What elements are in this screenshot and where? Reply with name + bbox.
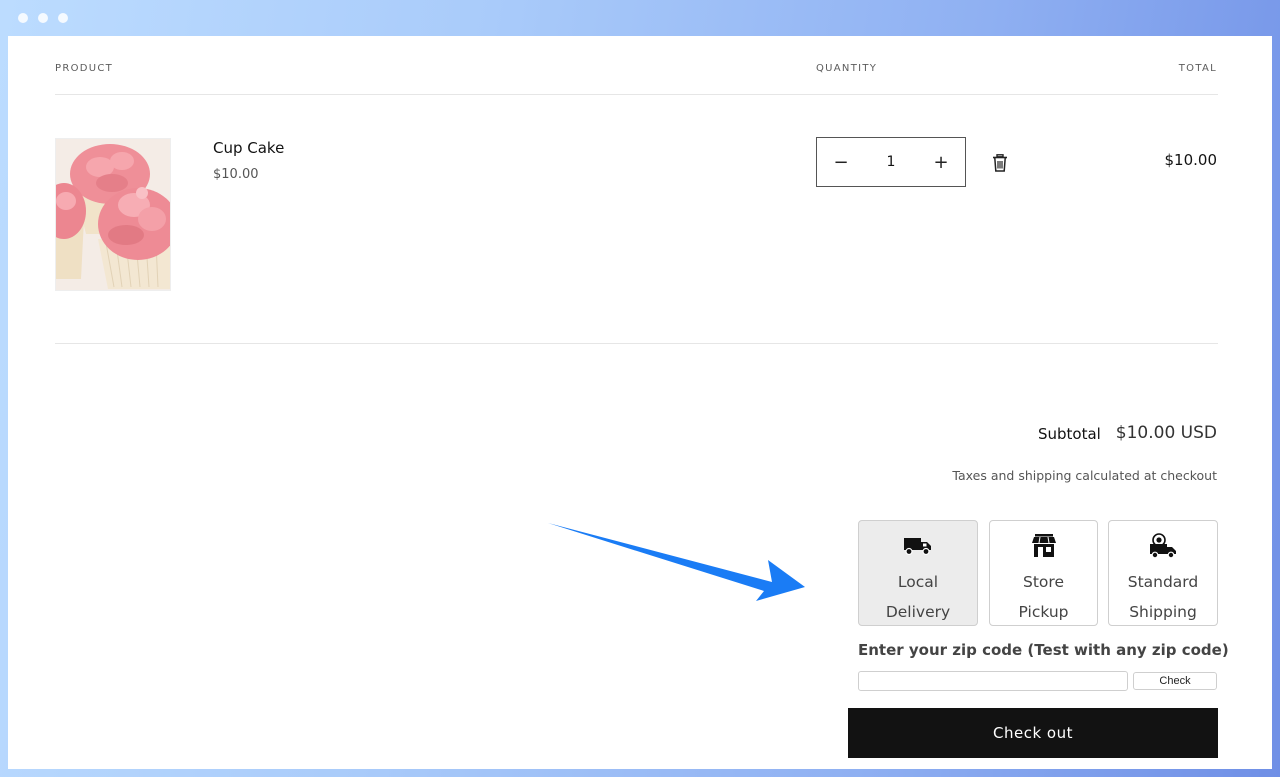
cart-page: PRODUCT QUANTITY TOTAL Cup Cake $10.00 −… xyxy=(8,36,1272,769)
column-header-quantity: QUANTITY xyxy=(816,63,878,74)
column-header-product: PRODUCT xyxy=(55,63,114,74)
shipping-option-label: Standard Shipping xyxy=(1109,567,1217,627)
shipping-option-label: Store Pickup xyxy=(990,567,1097,627)
quantity-value[interactable]: 1 xyxy=(865,154,917,170)
subtotal-value: $10.00 USD xyxy=(1115,423,1217,443)
checkout-button[interactable]: Check out xyxy=(848,708,1218,758)
shipping-option-local-delivery[interactable]: Local Delivery xyxy=(858,520,978,626)
divider xyxy=(55,94,1218,95)
product-unit-price: $10.00 xyxy=(213,167,259,182)
store-icon xyxy=(1031,534,1056,557)
divider xyxy=(55,343,1218,344)
trash-icon[interactable] xyxy=(992,154,1008,172)
shipping-option-store-pickup[interactable]: Store Pickup xyxy=(989,520,1098,626)
shipping-truck-icon xyxy=(1150,533,1176,559)
column-header-total: TOTAL xyxy=(1178,63,1217,74)
increase-quantity-button[interactable]: + xyxy=(917,138,965,186)
cupcake-photo xyxy=(56,139,170,290)
quantity-stepper: − 1 + xyxy=(816,137,966,187)
shipping-option-label: Local Delivery xyxy=(859,567,977,627)
label-line: Shipping xyxy=(1129,603,1197,621)
label-line: Standard xyxy=(1127,573,1199,591)
label-line: Pickup xyxy=(1018,603,1069,621)
label-line: Local xyxy=(897,573,939,591)
window-dot xyxy=(18,13,28,23)
label-line: Store xyxy=(1023,573,1064,591)
tax-note: Taxes and shipping calculated at checkou… xyxy=(952,468,1217,483)
line-item-total: $10.00 xyxy=(1164,151,1218,169)
subtotal-label: Subtotal xyxy=(1038,425,1101,443)
decrease-quantity-button[interactable]: − xyxy=(817,138,865,186)
zip-code-input[interactable] xyxy=(858,671,1128,691)
shipping-option-standard-shipping[interactable]: Standard Shipping xyxy=(1108,520,1218,626)
product-image[interactable] xyxy=(55,138,171,291)
zip-check-button[interactable]: Check xyxy=(1133,672,1217,690)
window-dot xyxy=(38,13,48,23)
truck-icon xyxy=(904,538,931,556)
window-dot xyxy=(58,13,68,23)
label-line: Delivery xyxy=(885,603,951,621)
zip-code-label: Enter your zip code (Test with any zip c… xyxy=(858,641,1229,659)
product-name[interactable]: Cup Cake xyxy=(213,139,284,157)
window-controls xyxy=(18,13,68,23)
